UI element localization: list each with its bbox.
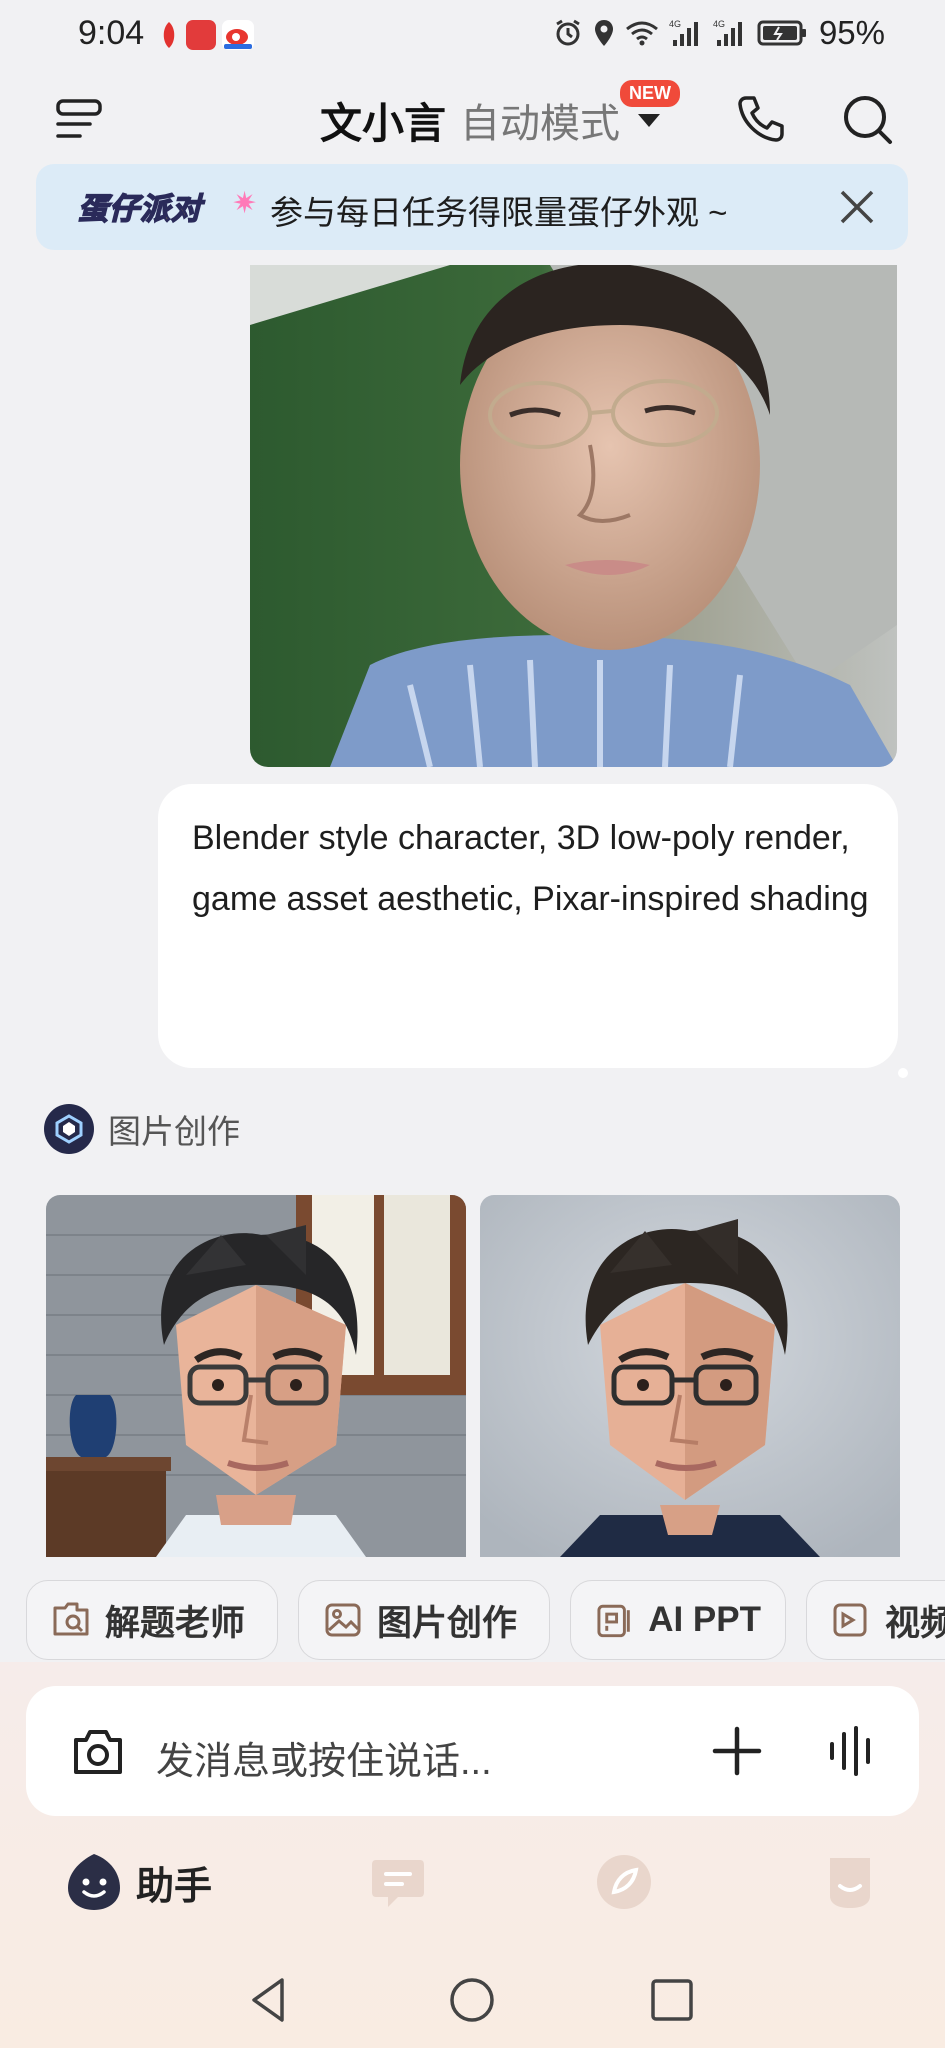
alarm-icon [556, 19, 580, 46]
svg-text:4G: 4G [669, 19, 681, 29]
system-status: 4G 4G 95% [553, 14, 885, 52]
tab-profile[interactable] [820, 1850, 880, 1914]
chip-label: 图片创作 [377, 1603, 518, 1643]
user-message-bubble[interactable]: Blender style character, 3D low-poly ren… [158, 784, 898, 1068]
plus-icon[interactable] [710, 1724, 764, 1778]
image-creation-avatar-icon [44, 1104, 94, 1154]
camera-icon[interactable] [68, 1722, 128, 1782]
top-header: 文小言 自动模式 NEW [0, 80, 945, 160]
bubble-tail [898, 1068, 908, 1078]
ppt-icon [597, 1604, 630, 1638]
user-message-text: Blender style character, 3D low-poly ren… [192, 808, 872, 930]
chip-label: 解题老师 [105, 1603, 246, 1643]
new-badge: NEW [620, 80, 680, 107]
status-bar: 9:04 4G 4G 95% [0, 0, 945, 70]
battery-percent: 95% [818, 14, 885, 51]
notification-icons [158, 20, 254, 50]
tab-chat[interactable] [368, 1850, 428, 1914]
phone-call-icon[interactable] [734, 92, 788, 146]
wifi-icon [626, 21, 658, 46]
battery-icon [757, 20, 806, 46]
profile-icon [830, 1858, 870, 1908]
promo-banner[interactable]: 蛋仔派对 ✷ 参与每日任务得限量蛋仔外观 ~ [36, 164, 908, 250]
location-icon [594, 20, 613, 46]
close-icon[interactable] [836, 186, 878, 228]
app-title: 文小言 [320, 99, 447, 147]
user-message-content: Blender style character, 3D low-poly ren… [192, 819, 869, 918]
recents-icon[interactable] [644, 1972, 700, 2028]
svg-text:4G: 4G [713, 19, 725, 29]
signal-icon-1: 4G [669, 19, 698, 46]
video-icon [833, 1603, 867, 1637]
sparkle-icon: ✷ [232, 187, 258, 220]
chat-icon [372, 1860, 424, 1907]
voice-wave-icon[interactable] [824, 1724, 878, 1778]
portrait-photo [250, 265, 897, 767]
tab-assistant[interactable]: 助手 [66, 1850, 212, 1914]
generated-image-1[interactable] [46, 1195, 466, 1557]
user-uploaded-photo[interactable] [250, 265, 897, 767]
status-time: 9:04 [78, 14, 145, 52]
search-icon[interactable] [840, 92, 894, 146]
mode-label: 自动模式 [460, 102, 621, 146]
caret-down-icon [638, 113, 661, 127]
bottom-tab-bar: 助手 [0, 1850, 945, 1960]
assistant-icon [68, 1854, 120, 1910]
solve-icon [53, 1602, 89, 1636]
quick-action-chips: 解题老师 图片创作 AI PPT 视频 [0, 1578, 945, 1664]
back-icon[interactable] [242, 1972, 298, 2028]
chip-ai-ppt[interactable]: AI PPT [570, 1580, 786, 1660]
message-input[interactable]: 发消息或按住说话... [156, 1730, 492, 1785]
chip-label: 视频 [885, 1603, 945, 1643]
lowpoly-portrait-2 [480, 1195, 900, 1557]
signal-icon-2: 4G [713, 19, 742, 46]
title-mode-selector[interactable]: 文小言 自动模式 [320, 90, 661, 150]
bot-name: 图片创作 [108, 1113, 240, 1150]
chip-solve-teacher[interactable]: 解题老师 [26, 1580, 278, 1660]
huawei-store-icon [186, 20, 216, 50]
home-icon[interactable] [444, 1972, 500, 2028]
chip-label: AI PPT [648, 1600, 761, 1639]
red-app-icon [163, 22, 175, 48]
generated-image-2[interactable] [480, 1195, 900, 1557]
tab-discover[interactable] [594, 1850, 654, 1914]
image-icon [325, 1603, 361, 1637]
bot-header: 图片创作 [44, 1104, 240, 1154]
history-menu-icon[interactable] [54, 94, 104, 144]
chip-video[interactable]: 视频 [806, 1580, 945, 1660]
chip-image-creation[interactable]: 图片创作 [298, 1580, 550, 1660]
eggy-party-logo: 蛋仔派对 [77, 192, 202, 227]
system-nav-bar [0, 1960, 945, 2048]
message-input-box[interactable]: 发消息或按住说话... [26, 1686, 919, 1816]
discover-icon [597, 1855, 651, 1909]
tab-label: 助手 [136, 1865, 213, 1908]
banner-text: 参与每日任务得限量蛋仔外观 ~ [270, 194, 728, 231]
weibo-icon [222, 20, 254, 50]
lowpoly-portrait-1 [46, 1195, 466, 1557]
